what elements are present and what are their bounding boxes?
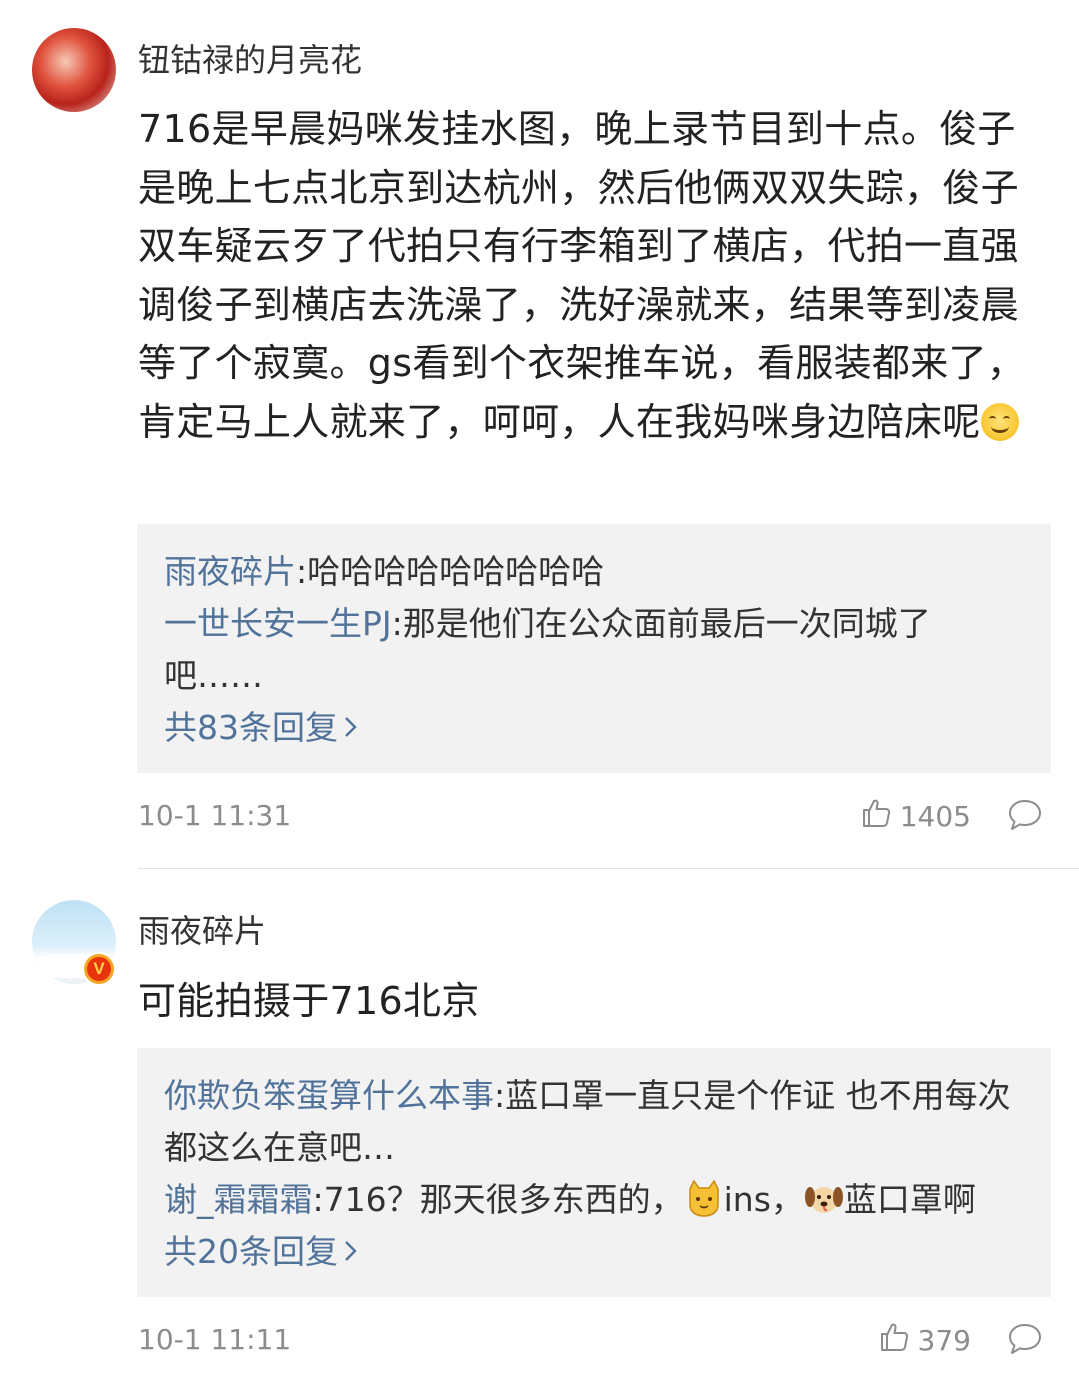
comment-text: 可能拍摄于716北京	[138, 979, 480, 1023]
reply-item: 一世长安一生PJ:那是他们在公众面前最后一次同城了吧……	[164, 598, 1025, 702]
view-all-replies-link[interactable]: 共20条回复	[164, 1226, 1025, 1278]
reply-total-label: 共83条回复	[164, 708, 338, 747]
comment-text: 716是早晨妈咪发挂水图，晚上录节目到十点。俊子是晚上七点北京到达杭州，然后他俩…	[138, 100, 1050, 451]
dog-emoji	[804, 1179, 844, 1219]
view-all-replies-link[interactable]: 共83条回复	[164, 702, 1025, 754]
reply-preview-box[interactable]: 雨夜碎片:哈哈哈哈哈哈哈哈哈 一世长安一生PJ:那是他们在公众面前最后一次同城了…	[137, 524, 1051, 773]
reply-text: ins，	[723, 1180, 804, 1219]
reply-item: 谢_霜霜霜:716？那天很多东西的， ins， 蓝口罩啊	[164, 1174, 1025, 1226]
verified-badge-icon: V	[82, 952, 116, 986]
timestamp: 10-1 11:11	[138, 1323, 292, 1356]
comment-item: 钮钴禄的月亮花 716是早晨妈咪发挂水图，晚上录节目到十点。俊子是晚上七点北京到…	[0, 0, 1079, 868]
comment-bubble-icon[interactable]	[1007, 798, 1043, 836]
reply-text: :716？那天很多东西的，	[312, 1180, 684, 1219]
comment-bubble-icon[interactable]	[1007, 1322, 1043, 1360]
comment-meta: 10-1 11:31 1405	[0, 796, 1079, 836]
like-button[interactable]: 379	[878, 1320, 971, 1360]
comment-meta: 10-1 11:11 379	[0, 1320, 1079, 1360]
like-count: 379	[917, 1323, 971, 1357]
reply-preview-box[interactable]: 你欺负笨蛋算什么本事:蓝口罩一直只是个作证 也不用每次都这么在意吧… 谢_霜霜霜…	[137, 1048, 1051, 1297]
smile-emoji	[980, 402, 1019, 441]
like-count: 1405	[899, 799, 971, 833]
reply-username[interactable]: 谢_霜霜霜	[164, 1180, 313, 1219]
chevron-right-icon	[344, 1226, 358, 1278]
comment-username[interactable]: 钮钴禄的月亮花	[138, 40, 362, 80]
reply-username[interactable]: 一世长安一生PJ	[164, 604, 392, 643]
reply-text: :哈哈哈哈哈哈哈哈哈	[296, 552, 605, 591]
cat-emoji	[684, 1179, 724, 1219]
thumbs-up-icon	[878, 1321, 918, 1360]
chevron-right-icon	[344, 702, 358, 754]
reply-username[interactable]: 雨夜碎片	[164, 552, 296, 591]
like-button[interactable]: 1405	[860, 796, 971, 836]
reply-item: 雨夜碎片:哈哈哈哈哈哈哈哈哈	[164, 546, 1025, 598]
thumbs-up-icon	[860, 797, 900, 836]
avatar[interactable]	[32, 28, 116, 112]
timestamp: 10-1 11:31	[138, 799, 292, 832]
reply-text: 蓝口罩啊	[843, 1180, 976, 1219]
comment-username[interactable]: 雨夜碎片	[138, 911, 266, 951]
reply-item: 你欺负笨蛋算什么本事:蓝口罩一直只是个作证 也不用每次都这么在意吧…	[164, 1070, 1025, 1174]
comment-body: 716是早晨妈咪发挂水图，晚上录节目到十点。俊子是晚上七点北京到达杭州，然后他俩…	[138, 107, 1026, 444]
comment-item: V 雨夜碎片 可能拍摄于716北京 你欺负笨蛋算什么本事:蓝口罩一直只是个作证 …	[0, 900, 1079, 1386]
reply-username[interactable]: 你欺负笨蛋算什么本事	[164, 1076, 494, 1115]
reply-total-label: 共20条回复	[164, 1232, 338, 1271]
comment-divider	[138, 868, 1079, 869]
